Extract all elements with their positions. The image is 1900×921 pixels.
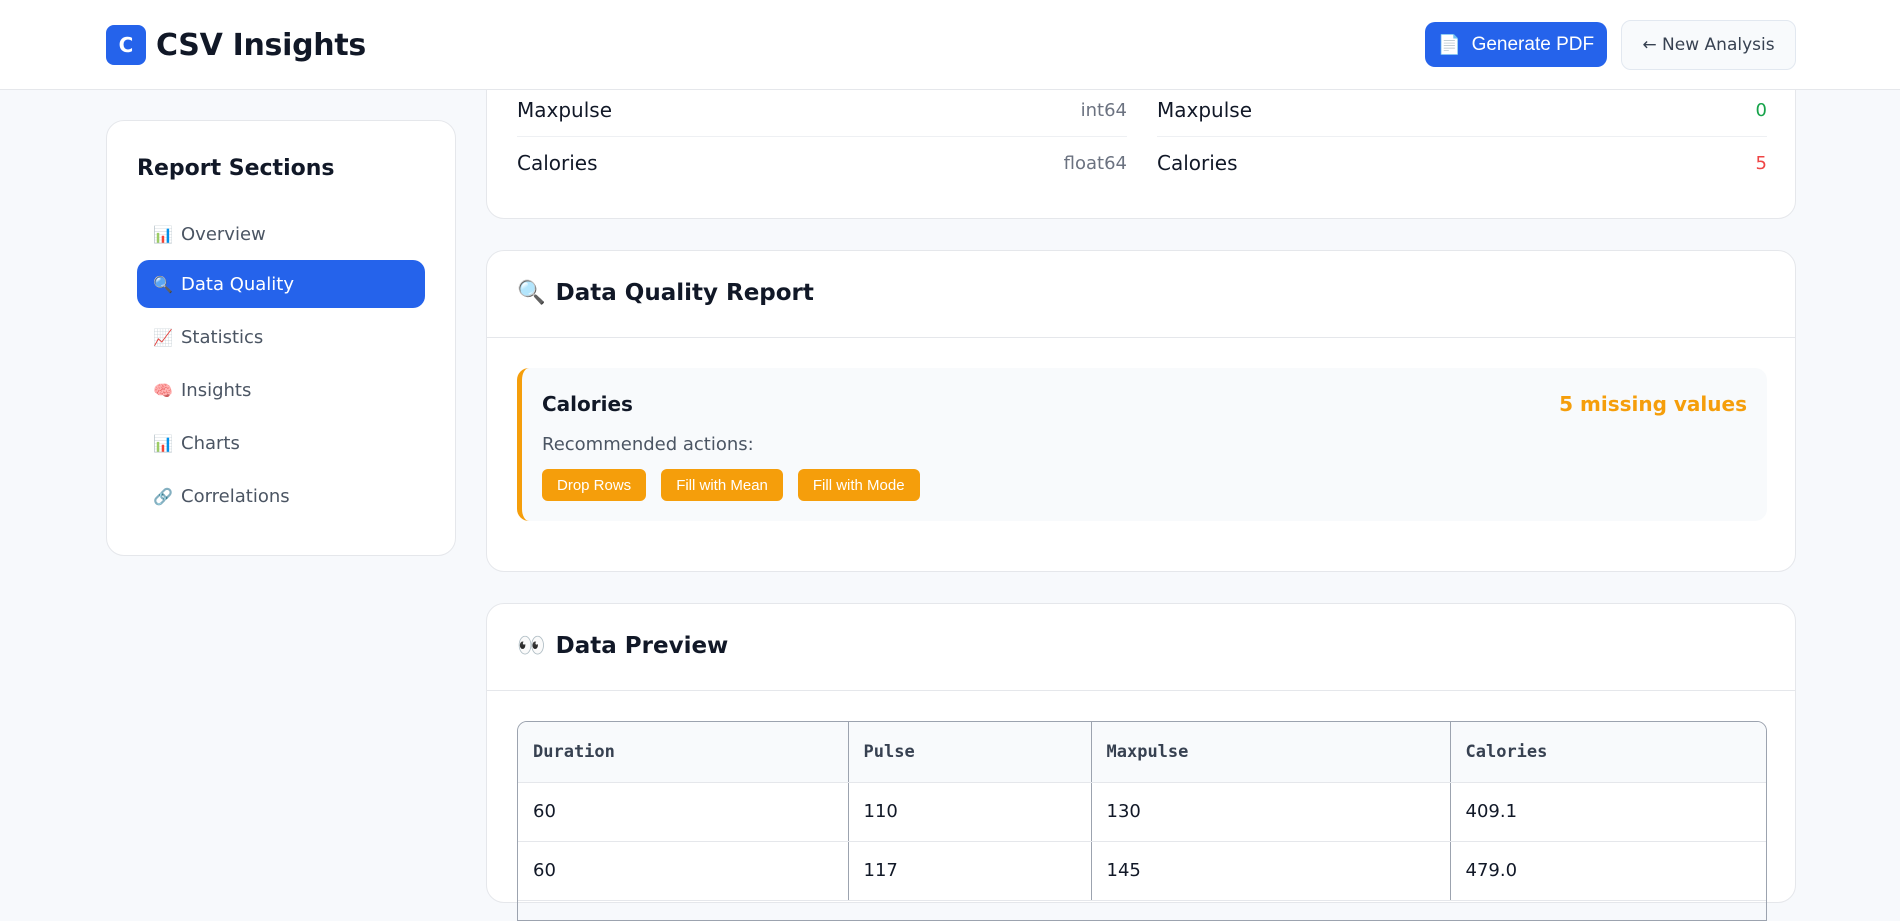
generate-pdf-label: Generate PDF — [1471, 33, 1595, 55]
missing-count: 0 — [1755, 100, 1767, 121]
brand[interactable]: C CSV Insights — [106, 25, 366, 65]
app-title: CSV Insights — [156, 27, 366, 63]
missing-values-count: 5 missing values — [1559, 392, 1747, 416]
table-header-row: Duration Pulse Maxpulse Calories — [518, 722, 1766, 783]
data-preview-card: 👀 Data Preview Duration Pulse Maxpulse C… — [486, 603, 1796, 921]
fill-with-mode-button[interactable]: Fill with Mode — [797, 469, 920, 501]
preview-table: Duration Pulse Maxpulse Calories 60 110 … — [518, 722, 1766, 901]
brand-logo: C — [106, 25, 146, 65]
table-cell: 60 — [518, 841, 849, 901]
issue-column-name: Calories — [542, 392, 633, 416]
document-icon: 📄 — [1437, 34, 1462, 56]
sidebar-item-correlations[interactable]: 🔗 Correlations — [137, 472, 425, 520]
card-title: 👀 Data Preview — [517, 632, 729, 660]
recommended-actions-label: Recommended actions: — [542, 434, 754, 455]
row-divider — [517, 136, 1127, 137]
column-header: Maxpulse — [1091, 722, 1451, 783]
new-analysis-button[interactable]: ← New Analysis — [1621, 20, 1796, 70]
sidebar-item-label: Charts — [181, 432, 240, 454]
missing-column-name: Calories — [1157, 151, 1238, 175]
report-sections-sidebar: Report Sections 📊 Overview 🔍 Data Qualit… — [106, 120, 456, 556]
type-column-dtype: float64 — [1063, 153, 1127, 174]
recommended-actions: Drop Rows Fill with Mean Fill with Mode — [542, 469, 920, 501]
line-chart-icon: 📈 — [153, 327, 173, 347]
fill-with-mean-button[interactable]: Fill with Mean — [661, 469, 783, 501]
row-divider — [1157, 136, 1767, 137]
card-header: 🔍 Data Quality Report — [487, 251, 1795, 338]
table-cell: 117 — [848, 841, 1092, 901]
table-cell: 60 — [518, 782, 849, 842]
type-column-dtype: int64 — [1080, 100, 1127, 121]
column-header: Pulse — [848, 722, 1092, 783]
data-quality-card: 🔍 Data Quality Report Calories 5 missing… — [486, 250, 1796, 572]
sidebar-title: Report Sections — [137, 156, 335, 181]
magnifier-icon: 🔍 — [517, 280, 546, 306]
sidebar-item-label: Insights — [181, 379, 252, 401]
sidebar-item-label: Correlations — [181, 485, 290, 507]
link-icon: 🔗 — [153, 486, 173, 506]
eyes-icon: 👀 — [517, 633, 546, 659]
table-cell: 110 — [848, 782, 1092, 842]
data-preview-title: Data Preview — [555, 632, 729, 659]
card-header: 👀 Data Preview — [487, 604, 1795, 691]
sidebar-item-charts[interactable]: 📊 Charts — [137, 419, 425, 467]
sidebar-item-label: Statistics — [181, 326, 264, 348]
app-header: C CSV Insights 📄 Generate PDF ← New Anal… — [0, 0, 1900, 90]
sidebar-item-label: Data Quality — [181, 273, 295, 295]
table-row: 60 117 145 479.0 — [518, 841, 1766, 901]
generate-pdf-button[interactable]: 📄 Generate PDF — [1425, 22, 1607, 67]
missing-values-issue: Calories 5 missing values Recommended ac… — [517, 368, 1767, 521]
table-cell: 130 — [1091, 782, 1451, 842]
table-cell: 145 — [1091, 841, 1451, 901]
table-cell: 479.0 — [1450, 841, 1766, 901]
missing-column-name: Maxpulse — [1157, 98, 1252, 122]
sidebar-item-data-quality[interactable]: 🔍 Data Quality — [137, 260, 425, 308]
missing-count: 5 — [1755, 153, 1767, 174]
column-header: Calories — [1450, 722, 1766, 783]
table-row: 60 110 130 409.1 — [518, 782, 1766, 842]
sidebar-item-label: Overview — [181, 223, 266, 245]
card-title: 🔍 Data Quality Report — [517, 279, 814, 307]
bar-chart-icon: 📊 — [153, 433, 173, 453]
bar-chart-icon: 📊 — [153, 224, 173, 244]
magnifier-icon: 🔍 — [153, 274, 173, 294]
table-cell: 409.1 — [1450, 782, 1766, 842]
sidebar-item-overview[interactable]: 📊 Overview — [137, 210, 425, 258]
drop-rows-button[interactable]: Drop Rows — [542, 469, 647, 501]
preview-table-wrapper[interactable]: Duration Pulse Maxpulse Calories 60 110 … — [517, 721, 1767, 921]
sidebar-item-insights[interactable]: 🧠 Insights — [137, 366, 425, 414]
column-header: Duration — [518, 722, 849, 783]
data-quality-title: Data Quality Report — [555, 279, 814, 306]
sidebar-item-statistics[interactable]: 📈 Statistics — [137, 313, 425, 361]
type-column-name: Calories — [517, 151, 598, 175]
brain-icon: 🧠 — [153, 380, 173, 400]
type-column-name: Maxpulse — [517, 98, 612, 122]
